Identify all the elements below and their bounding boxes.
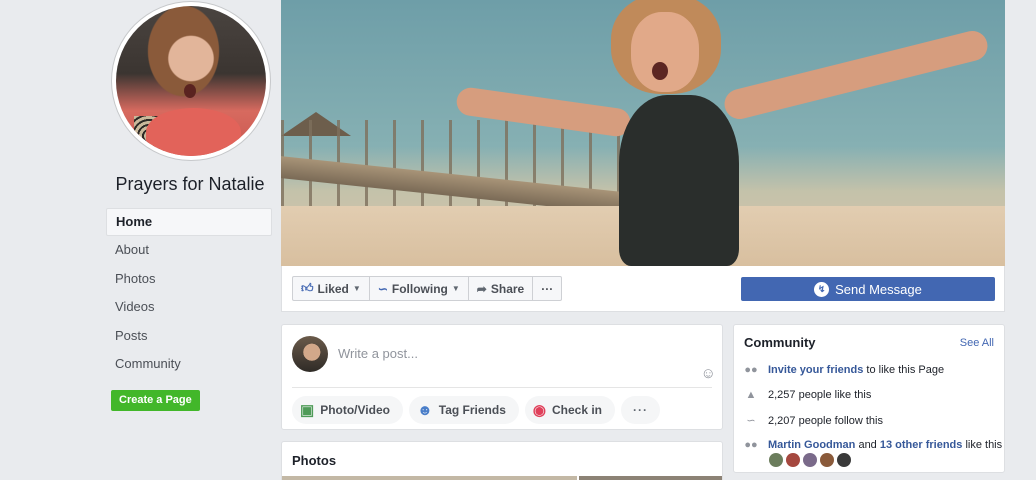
liked-label: Liked [317, 281, 349, 296]
share-label: Share [490, 281, 525, 296]
friends-icon: ●● [744, 439, 758, 451]
friend-avatar[interactable] [803, 453, 817, 467]
thumbs-up-icon: ▲ [745, 389, 757, 401]
profile-photo [116, 6, 266, 156]
invite-friends-link[interactable]: Invite your friends [768, 364, 863, 376]
community-title: Community [744, 335, 816, 350]
more-actions-button[interactable]: ··· [532, 276, 563, 301]
likes-count: 2,257 people like this [768, 389, 872, 401]
friend-avatars [769, 453, 851, 467]
create-page-button[interactable]: Create a Page [111, 390, 200, 411]
check-in-label: Check in [551, 403, 602, 417]
share-button[interactable]: ➦ Share [467, 276, 534, 301]
tag-friends-label: Tag Friends [438, 403, 506, 417]
page-title[interactable]: Prayers for Natalie [100, 174, 280, 195]
send-message-label: Send Message [835, 281, 922, 297]
emoji-icon[interactable]: ☺ [701, 365, 716, 382]
photos-title[interactable]: Photos [292, 453, 336, 468]
user-avatar[interactable] [292, 336, 328, 372]
tag-friends-button[interactable]: ☻ Tag Friends [408, 396, 519, 424]
rss-icon: ∽ [377, 281, 388, 296]
composer-divider [292, 387, 712, 388]
chevron-down-icon: ▼ [451, 284, 460, 293]
page-action-bar: 👍︎ Liked ▼ ∽ Following ▼ ➦ Share ··· ↯ S… [281, 266, 1005, 312]
profile-picture[interactable] [112, 2, 270, 160]
photo-icon: ▣ [300, 402, 315, 419]
friend-avatar[interactable] [837, 453, 851, 467]
friend-name-link[interactable]: Martin Goodman [768, 439, 855, 451]
location-pin-icon: ◉ [532, 402, 546, 419]
cover-photo[interactable] [281, 0, 1005, 266]
following-button[interactable]: ∽ Following ▼ [368, 276, 469, 301]
invite-friends-text: to like this Page [863, 364, 945, 376]
friend-suffix-text: like this [962, 439, 1003, 451]
photo-thumbnails[interactable] [282, 476, 722, 480]
follows-row: ∽ 2,207 people follow this [744, 414, 883, 428]
friend-avatar[interactable] [769, 453, 783, 467]
photo-video-button[interactable]: ▣ Photo/Video [292, 396, 403, 424]
more-icon: ··· [633, 403, 648, 417]
nav-item-home[interactable]: Home [106, 208, 272, 237]
rss-icon: ∽ [746, 415, 756, 427]
nav-item-videos[interactable]: Videos [106, 293, 272, 321]
send-message-button[interactable]: ↯ Send Message [741, 277, 995, 301]
chevron-down-icon: ▼ [352, 284, 361, 293]
nav-item-photos[interactable]: Photos [106, 265, 272, 293]
friend-avatar[interactable] [820, 453, 834, 467]
nav-item-community[interactable]: Community [106, 350, 272, 378]
friend-and-text: and [855, 439, 880, 451]
community-section: Community See All ●● Invite your friends… [733, 324, 1005, 473]
thumbs-up-icon: 👍︎ [301, 281, 314, 295]
see-all-link[interactable]: See All [960, 337, 994, 349]
write-post-input[interactable]: Write a post... [338, 346, 418, 361]
nav-item-posts[interactable]: Posts [106, 322, 272, 350]
invite-friends-row: ●● Invite your friends to like this Page [744, 364, 944, 376]
likes-row: ▲ 2,257 people like this [744, 389, 872, 401]
nav-item-about[interactable]: About [106, 236, 272, 264]
friends-icon: ●● [744, 364, 758, 376]
page-action-buttons: 👍︎ Liked ▼ ∽ Following ▼ ➦ Share ··· [292, 276, 563, 301]
page-nav: Home About Photos Videos Posts Community [106, 208, 272, 378]
following-label: Following [391, 281, 448, 296]
share-arrow-icon: ➦ [476, 281, 487, 296]
tag-friends-icon: ☻ [416, 401, 433, 419]
check-in-button[interactable]: ◉ Check in [524, 396, 615, 424]
more-icon: ··· [541, 281, 554, 296]
composer-options: ▣ Photo/Video ☻ Tag Friends ◉ Check in ·… [292, 396, 660, 424]
photos-section: Photos [281, 441, 723, 480]
messenger-icon: ↯ [814, 281, 830, 297]
post-composer: Write a post... ☺ ▣ Photo/Video ☻ Tag Fr… [281, 324, 723, 430]
follows-count: 2,207 people follow this [768, 414, 883, 427]
friend-avatar[interactable] [786, 453, 800, 467]
photo-video-label: Photo/Video [320, 403, 390, 417]
liked-button[interactable]: 👍︎ Liked ▼ [292, 276, 370, 301]
composer-more-button[interactable]: ··· [621, 396, 660, 424]
friends-like-row: ●● Martin Goodman and 13 other friends l… [744, 439, 1002, 451]
other-friends-link[interactable]: 13 other friends [880, 439, 963, 451]
